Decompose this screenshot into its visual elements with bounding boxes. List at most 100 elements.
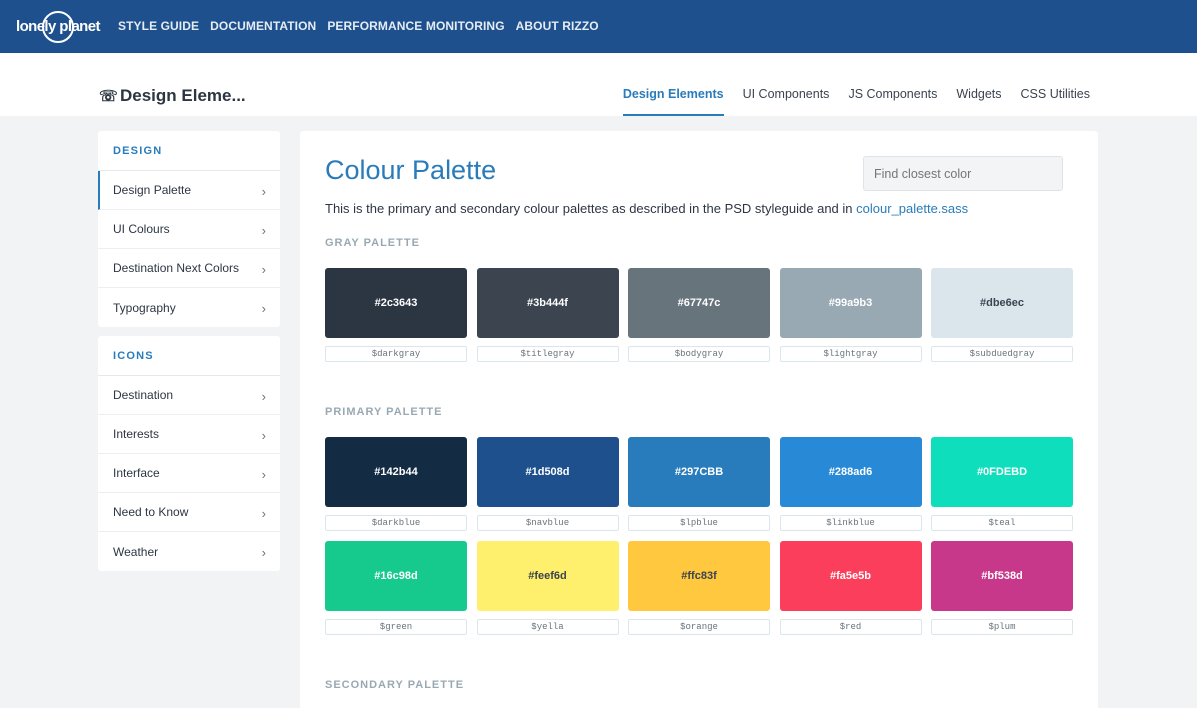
swatch-variable-name: $orange <box>628 619 770 635</box>
swatch-color-box[interactable]: #67747c <box>628 268 770 338</box>
swatch-variable-name: $green <box>325 619 467 635</box>
sidebar-item-label: Design Palette <box>113 183 192 197</box>
sidebar-item-destination[interactable]: Destination › <box>98 376 280 415</box>
description-text: This is the primary and secondary colour… <box>325 201 857 216</box>
secondary-palette-heading: SECONDARY PALETTE <box>325 679 465 691</box>
chevron-right-icon: › <box>261 506 266 521</box>
sidebar-item-label: Need to Know <box>113 505 189 519</box>
top-nav: STYLE GUIDE DOCUMENTATION PERFORMANCE MO… <box>118 19 610 33</box>
page-title: ☏ Design Eleme... <box>99 86 246 106</box>
design-elements-icon: ☏ <box>99 87 118 105</box>
gray-palette-heading: GRAY PALETTE <box>325 237 420 249</box>
color-swatch[interactable]: #297CBB $lpblue <box>628 437 770 531</box>
color-swatch[interactable]: #feef6d $yella <box>476 541 619 635</box>
sidebar-heading-design: DESIGN <box>98 131 280 171</box>
nav-about-rizzo[interactable]: ABOUT RIZZO <box>516 19 599 33</box>
page-title-text: Design Eleme... <box>120 86 246 105</box>
swatch-variable-name: $subduedgray <box>931 346 1073 362</box>
nav-performance-monitoring[interactable]: PERFORMANCE MONITORING <box>327 19 504 33</box>
sidebar-item-need-to-know[interactable]: Need to Know › <box>98 493 280 532</box>
top-navbar: lonely planet STYLE GUIDE DOCUMENTATION … <box>0 0 1197 53</box>
color-swatch[interactable]: #16c98d $green <box>325 541 467 635</box>
sidebar-design: DESIGN Design Palette › UI Colours › Des… <box>98 131 280 327</box>
find-closest-color-input[interactable] <box>863 156 1063 191</box>
tab-widgets[interactable]: Widgets <box>956 87 1001 116</box>
color-swatch[interactable]: #99a9b3 $lightgray <box>779 268 922 362</box>
logo-text: lonely planet <box>16 18 100 35</box>
swatch-variable-name: $navblue <box>476 515 619 531</box>
color-swatch[interactable]: #142b44 $darkblue <box>325 437 467 531</box>
swatch-variable-name: $darkgray <box>325 346 467 362</box>
sidebar-icons: ICONS Destination › Interests › Interfac… <box>98 336 280 571</box>
swatch-color-box[interactable]: #1d508d <box>476 437 619 507</box>
swatch-color-box[interactable]: #dbe6ec <box>931 268 1073 338</box>
tab-js-components[interactable]: JS Components <box>848 87 937 116</box>
sidebar-item-destination-next-colors[interactable]: Destination Next Colors › <box>98 249 280 288</box>
color-swatch[interactable]: #ffc83f $orange <box>628 541 770 635</box>
color-swatch[interactable]: #1d508d $navblue <box>476 437 619 531</box>
sidebar-item-label: Destination <box>113 388 174 402</box>
chevron-right-icon: › <box>261 545 266 560</box>
swatch-color-box[interactable]: #0FDEBD <box>931 437 1073 507</box>
swatch-color-box[interactable]: #99a9b3 <box>779 268 922 338</box>
swatch-color-box[interactable]: #288ad6 <box>779 437 922 507</box>
palette-description: This is the primary and secondary colour… <box>325 201 968 216</box>
sidebar-item-typography[interactable]: Typography › <box>98 288 280 327</box>
swatch-color-box[interactable]: #ffc83f <box>628 541 770 611</box>
swatch-color-box[interactable]: #bf538d <box>931 541 1073 611</box>
swatch-color-box[interactable]: #297CBB <box>628 437 770 507</box>
sidebar-item-ui-colours[interactable]: UI Colours › <box>98 210 280 249</box>
sidebar-item-label: Destination Next Colors <box>113 261 240 275</box>
color-swatch[interactable]: #2c3643 $darkgray <box>325 268 467 362</box>
swatch-color-box[interactable]: #2c3643 <box>325 268 467 338</box>
tab-ui-components[interactable]: UI Components <box>743 87 830 116</box>
swatch-variable-name: $bodygray <box>628 346 770 362</box>
chevron-right-icon: › <box>261 428 266 443</box>
sidebar-item-label: UI Colours <box>113 222 170 236</box>
tab-css-utilities[interactable]: CSS Utilities <box>1021 87 1090 116</box>
chevron-right-icon: › <box>261 184 266 199</box>
tab-design-elements[interactable]: Design Elements <box>622 87 724 116</box>
nav-style-guide[interactable]: STYLE GUIDE <box>118 19 199 33</box>
color-swatch[interactable]: #fa5e5b $red <box>779 541 922 635</box>
swatch-variable-name: $lpblue <box>628 515 770 531</box>
chevron-right-icon: › <box>261 389 266 404</box>
color-swatch[interactable]: #288ad6 $linkblue <box>779 437 922 531</box>
swatch-variable-name: $yella <box>476 619 619 635</box>
main-content: Colour Palette This is the primary and s… <box>300 131 1098 708</box>
color-swatch[interactable]: #dbe6ec $subduedgray <box>931 268 1073 362</box>
sidebar-item-label: Weather <box>113 544 159 559</box>
swatch-variable-name: $red <box>779 619 922 635</box>
swatch-variable-name: $titlegray <box>476 346 619 362</box>
chevron-right-icon: › <box>261 301 266 316</box>
sidebar-item-label: Interface <box>113 466 160 480</box>
color-swatch[interactable]: #3b444f $titlegray <box>476 268 619 362</box>
swatch-variable-name: $plum <box>931 619 1073 635</box>
section-tabs: Design Elements UI Components JS Compone… <box>604 87 1090 116</box>
sidebar-item-label: Interests <box>113 427 160 441</box>
sidebar-item-label: Typography <box>113 300 176 315</box>
primary-palette-heading: PRIMARY PALETTE <box>325 406 443 418</box>
nav-documentation[interactable]: DOCUMENTATION <box>210 19 316 33</box>
sidebar-item-interests[interactable]: Interests › <box>98 415 280 454</box>
swatch-variable-name: $darkblue <box>325 515 467 531</box>
swatch-color-box[interactable]: #142b44 <box>325 437 467 507</box>
section-title: Colour Palette <box>325 155 497 185</box>
swatch-color-box[interactable]: #3b444f <box>476 268 619 338</box>
swatch-color-box[interactable]: #feef6d <box>476 541 619 611</box>
colour-palette-sass-link[interactable]: colour_palette.sass <box>856 201 968 216</box>
color-swatch[interactable]: #0FDEBD $teal <box>931 437 1073 531</box>
sidebar-item-interface[interactable]: Interface › <box>98 454 280 493</box>
swatch-color-box[interactable]: #16c98d <box>325 541 467 611</box>
color-swatch[interactable]: #bf538d $plum <box>931 541 1073 635</box>
chevron-right-icon: › <box>261 223 266 238</box>
chevron-right-icon: › <box>261 467 266 482</box>
chevron-right-icon: › <box>261 262 266 277</box>
lonely-planet-logo[interactable]: lonely planet <box>16 10 100 44</box>
swatch-variable-name: $teal <box>931 515 1073 531</box>
swatch-color-box[interactable]: #fa5e5b <box>779 541 922 611</box>
color-swatch[interactable]: #67747c $bodygray <box>628 268 770 362</box>
sidebar-item-design-palette[interactable]: Design Palette › <box>98 171 280 210</box>
sidebar-heading-icons: ICONS <box>98 336 280 376</box>
sidebar-item-weather[interactable]: Weather › <box>98 532 280 571</box>
